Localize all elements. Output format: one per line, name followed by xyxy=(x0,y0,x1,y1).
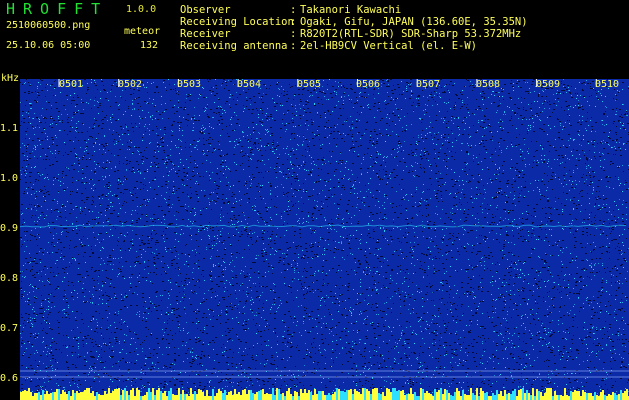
spectrogram-plot[interactable] xyxy=(20,79,629,400)
x-tick-label: 0502 xyxy=(118,79,143,90)
x-tick-label: 0501 xyxy=(59,79,84,90)
app-title: HROFFT xyxy=(6,0,109,18)
file-datetime: 25.10.06 05:00 xyxy=(6,40,91,51)
meteor-count: 132 xyxy=(140,40,159,51)
x-tick-label: 0503 xyxy=(177,79,202,90)
x-tick-label: 0506 xyxy=(356,79,381,90)
y-tick-label: 1.0 xyxy=(0,173,19,184)
file-name: 2510060500.png xyxy=(6,20,91,31)
x-tick-label: 0507 xyxy=(416,79,441,90)
spectrogram-canvas xyxy=(20,79,629,400)
x-tick-label: 0510 xyxy=(595,79,620,90)
x-tick-label: 0504 xyxy=(237,79,262,90)
x-tick-label: 0505 xyxy=(297,79,322,90)
y-axis-unit: kHz xyxy=(1,73,20,84)
info-value-antenna: 2el-HB9CV Vertical (el. E-W) xyxy=(300,40,478,52)
app-version: 1.0.0 xyxy=(126,4,157,15)
x-tick-label: 0509 xyxy=(536,79,561,90)
y-tick-label: 0.6 xyxy=(0,373,19,384)
x-tick-label: 0508 xyxy=(476,79,501,90)
y-tick-label: 1.1 xyxy=(0,123,19,134)
y-tick-label: 0.8 xyxy=(0,273,19,284)
y-tick-label: 0.9 xyxy=(0,223,19,234)
y-tick-label: 0.7 xyxy=(0,323,19,334)
header-panel: HROFFT 1.0.0 2510060500.png meteor 25.10… xyxy=(0,0,629,76)
info-label-antenna: Receiving antenna xyxy=(180,40,288,52)
meteor-label: meteor xyxy=(124,26,161,37)
